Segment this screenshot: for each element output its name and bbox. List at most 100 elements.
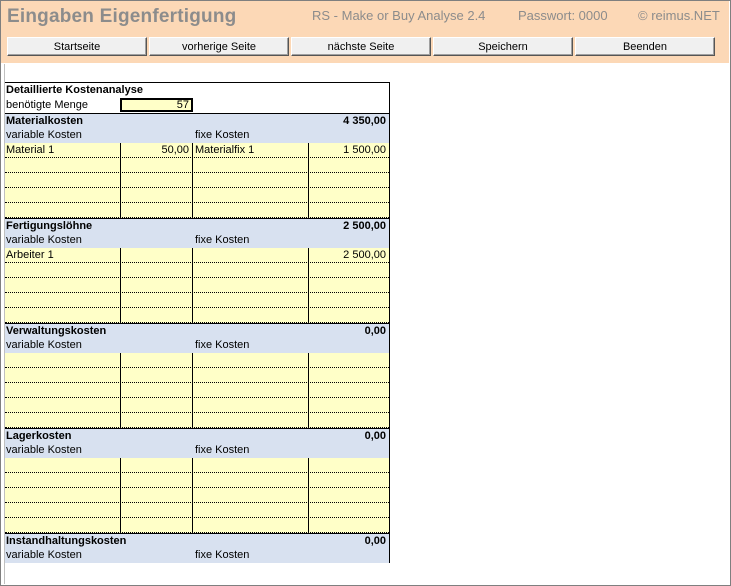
next-page-button[interactable]: nächste Seite [291, 37, 431, 56]
var-value-cell[interactable] [121, 263, 193, 277]
var-value-cell[interactable] [121, 368, 193, 382]
var-value-cell[interactable] [121, 278, 193, 292]
table-row [5, 263, 389, 278]
fix-value-cell[interactable] [309, 473, 389, 487]
var-name-cell[interactable] [5, 518, 121, 532]
quit-button[interactable]: Beenden [575, 37, 715, 56]
variable-costs-label: variable Kosten [6, 234, 82, 246]
fix-name-cell[interactable] [193, 458, 309, 472]
page-title: Eingaben Eigenfertigung [7, 6, 237, 27]
var-value-cell[interactable] [121, 518, 193, 532]
start-page-button[interactable]: Startseite [7, 37, 147, 56]
fix-value-cell[interactable] [309, 368, 389, 382]
section-total: 0,00 [364, 430, 386, 442]
fix-name-cell[interactable] [193, 248, 309, 262]
fix-name-cell[interactable] [193, 203, 309, 217]
fix-value-cell[interactable] [309, 293, 389, 307]
var-value-cell[interactable] [121, 203, 193, 217]
var-name-cell[interactable] [5, 488, 121, 502]
var-name-cell[interactable]: Material 1 [5, 143, 121, 157]
fix-name-cell[interactable] [193, 503, 309, 517]
fix-value-cell[interactable] [309, 458, 389, 472]
fix-name-cell[interactable] [193, 173, 309, 187]
fix-value-cell[interactable]: 1 500,00 [309, 143, 389, 157]
fix-value-cell[interactable] [309, 308, 389, 322]
fix-value-cell[interactable] [309, 203, 389, 217]
fix-name-cell[interactable] [193, 413, 309, 427]
fix-value-cell[interactable] [309, 503, 389, 517]
fix-value-cell[interactable] [309, 518, 389, 532]
save-button[interactable]: Speichern [433, 37, 573, 56]
fix-name-cell[interactable] [193, 488, 309, 502]
fix-value-cell[interactable] [309, 158, 389, 172]
previous-page-button[interactable]: vorherige Seite [149, 37, 289, 56]
fix-name-cell[interactable] [193, 278, 309, 292]
fix-name-cell[interactable] [193, 383, 309, 397]
var-value-cell[interactable] [121, 503, 193, 517]
fix-value-cell[interactable] [309, 413, 389, 427]
var-value-cell[interactable]: 50,00 [121, 143, 193, 157]
fix-value-cell[interactable] [309, 188, 389, 202]
var-name-cell[interactable] [5, 203, 121, 217]
fix-name-cell[interactable] [193, 473, 309, 487]
fix-name-cell[interactable] [193, 293, 309, 307]
var-value-cell[interactable] [121, 353, 193, 367]
var-name-cell[interactable] [5, 188, 121, 202]
var-value-cell[interactable] [121, 383, 193, 397]
var-value-cell[interactable] [121, 488, 193, 502]
var-name-cell[interactable] [5, 473, 121, 487]
password-hint: Passwort: 0000 [518, 8, 608, 23]
var-value-cell[interactable] [121, 398, 193, 412]
var-name-cell[interactable] [5, 383, 121, 397]
var-name-cell[interactable] [5, 263, 121, 277]
variable-costs-label: variable Kosten [6, 339, 82, 351]
fix-value-cell[interactable] [309, 383, 389, 397]
var-value-cell[interactable] [121, 458, 193, 472]
fix-name-cell[interactable]: Materialfix 1 [193, 143, 309, 157]
var-value-cell[interactable] [121, 293, 193, 307]
quantity-input[interactable]: 57 [120, 98, 193, 112]
var-name-cell[interactable] [5, 413, 121, 427]
fix-name-cell[interactable] [193, 308, 309, 322]
var-value-cell[interactable] [121, 308, 193, 322]
fix-value-cell[interactable]: 2 500,00 [309, 248, 389, 262]
var-name-cell[interactable] [5, 158, 121, 172]
section-header: Verwaltungskosten 0,00 [5, 323, 389, 338]
var-value-cell[interactable] [121, 413, 193, 427]
var-value-cell[interactable] [121, 248, 193, 262]
var-value-cell[interactable] [121, 158, 193, 172]
var-name-cell[interactable] [5, 353, 121, 367]
var-name-cell[interactable] [5, 458, 121, 472]
fix-name-cell[interactable] [193, 518, 309, 532]
var-name-cell[interactable] [5, 398, 121, 412]
fix-value-cell[interactable] [309, 398, 389, 412]
table-row [5, 353, 389, 368]
var-name-cell[interactable] [5, 368, 121, 382]
fix-value-cell[interactable] [309, 353, 389, 367]
var-name-cell[interactable]: Arbeiter 1 [5, 248, 121, 262]
quantity-label: benötigte Menge [6, 99, 88, 111]
fix-value-cell[interactable] [309, 263, 389, 277]
fix-name-cell[interactable] [193, 353, 309, 367]
var-name-cell[interactable] [5, 503, 121, 517]
var-name-cell[interactable] [5, 173, 121, 187]
table-row [5, 203, 389, 218]
section-header: Lagerkosten 0,00 [5, 428, 389, 443]
var-name-cell[interactable] [5, 293, 121, 307]
table-row [5, 458, 389, 473]
fix-name-cell[interactable] [193, 398, 309, 412]
fix-name-cell[interactable] [193, 263, 309, 277]
table-row [5, 173, 389, 188]
var-value-cell[interactable] [121, 173, 193, 187]
fix-value-cell[interactable] [309, 488, 389, 502]
fix-name-cell[interactable] [193, 188, 309, 202]
var-name-cell[interactable] [5, 308, 121, 322]
fix-value-cell[interactable] [309, 278, 389, 292]
table-row [5, 488, 389, 503]
fix-name-cell[interactable] [193, 368, 309, 382]
fix-value-cell[interactable] [309, 173, 389, 187]
var-value-cell[interactable] [121, 473, 193, 487]
var-value-cell[interactable] [121, 188, 193, 202]
var-name-cell[interactable] [5, 278, 121, 292]
fix-name-cell[interactable] [193, 158, 309, 172]
